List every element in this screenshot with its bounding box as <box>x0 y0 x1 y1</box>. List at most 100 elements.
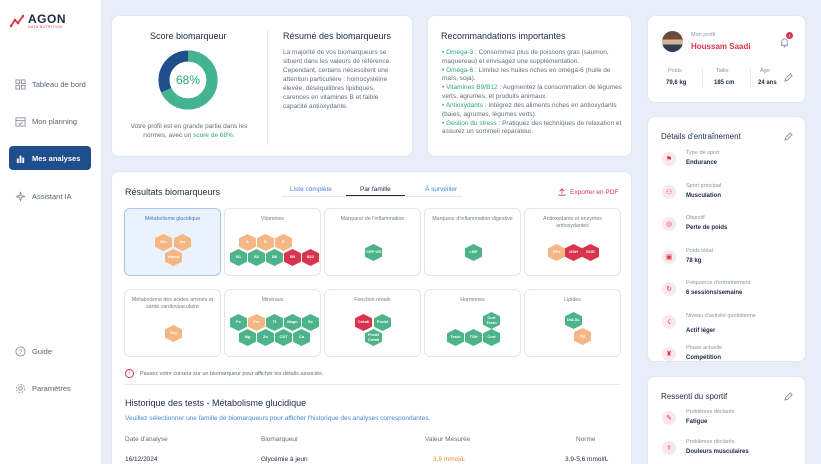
tab-par-famille[interactable]: Par famille <box>346 186 405 196</box>
biomarker-hex[interactable]: Glu <box>155 234 172 251</box>
biomarker-hex[interactable]: Créati <box>355 314 372 331</box>
biomarker-hex[interactable]: Testo <box>447 329 464 346</box>
biomarker-hex[interactable]: E <box>275 234 292 251</box>
summary-title: Résumé des biomarqueurs <box>283 31 392 41</box>
divider <box>125 384 620 385</box>
edit-icon[interactable] <box>784 392 793 401</box>
results-title: Résultats biomarqueurs <box>125 187 221 197</box>
row-date: 16/12/2024 <box>125 456 158 463</box>
biomarker-hex[interactable]: Mg <box>239 329 256 346</box>
biomarker-hex[interactable]: Protéi Créati <box>365 329 382 346</box>
biomarker-hex[interactable]: Fer <box>248 314 265 331</box>
family-card[interactable]: Antioxydants et enzymes antioxydantes GPx… <box>524 208 621 276</box>
training-item: ◎ Objectif Perte de poids <box>662 215 792 241</box>
family-card[interactable]: Fonction rénale Créati Protéi Protéi Créati <box>324 289 421 357</box>
biomarker-hex[interactable]: B1 <box>230 249 247 266</box>
biomarker-hex[interactable]: SOD <box>582 244 599 261</box>
training-value: Compétition <box>686 355 721 361</box>
edit-icon[interactable] <box>784 73 793 82</box>
divider <box>267 30 268 145</box>
biomarker-hex[interactable]: B12 <box>302 249 319 266</box>
training-label: Type de sport <box>686 150 720 156</box>
feeling-item: ✎ Problèmes déclarés Fatigue <box>662 409 792 435</box>
family-label: Marqueur d'inflammation digestive <box>432 216 513 222</box>
family-card[interactable]: Marqueur de l'inflammation CRP US <box>324 208 421 276</box>
family-card[interactable]: Métabolisme glucidique Glu Ins Homa <box>124 208 221 276</box>
history-title: Historique des tests - Métabolisme gluci… <box>125 398 307 408</box>
logo-icon <box>10 14 24 28</box>
family-label: Hormones <box>460 297 485 303</box>
biomarker-hex[interactable]: Cort Testo <box>483 312 500 329</box>
training-icon: ☇ <box>662 314 676 329</box>
export-button[interactable]: Exporter en PDF <box>558 188 618 196</box>
training-value: Actif léger <box>686 327 716 334</box>
family-label: Métabolisme des acides aminés et santé c… <box>131 297 214 310</box>
biomarker-hex[interactable]: Fe <box>230 314 247 331</box>
nav-assistant[interactable]: Assistant IA <box>9 184 91 208</box>
tab-liste-complete[interactable]: Liste complète <box>290 186 332 193</box>
training-item: ⚑ Type de sport Endurance <box>662 150 792 176</box>
training-label: Phase actuelle <box>686 345 723 351</box>
biomarker-hex[interactable]: Ag <box>574 328 591 345</box>
family-card[interactable]: Métabolisme des acides aminés et santé c… <box>124 289 221 357</box>
biomarker-hex[interactable]: GPx <box>548 244 565 261</box>
biomarker-hex[interactable]: Cort <box>483 329 500 346</box>
biomarker-hex[interactable]: Tf <box>266 314 283 331</box>
nav-analyses[interactable]: Mes analyses <box>9 146 91 170</box>
biomarker-hex[interactable]: TSH <box>465 329 482 346</box>
biomarker-hex[interactable]: Magn <box>284 314 301 331</box>
biomarker-hex[interactable]: B6 <box>266 249 283 266</box>
nav-settings[interactable]: Paramètres <box>9 376 91 400</box>
col-biomarker: Biomarqueur <box>261 436 299 443</box>
training-value: Endurance <box>686 160 718 166</box>
biomarker-hex[interactable]: B2 <box>248 249 265 266</box>
biomarker-hex[interactable]: CRP US <box>365 244 382 261</box>
training-icon: ▣ <box>662 249 676 264</box>
tab-a-surveiller[interactable]: À surveiller <box>425 186 457 193</box>
biomarker-hex[interactable]: Ins <box>174 234 191 251</box>
brand-name: AGON <box>28 12 66 26</box>
nav-dashboard[interactable]: Tableau de bord <box>9 72 91 96</box>
score-card: Score biomarqueur 68% Votre profil est e… <box>111 15 413 157</box>
biomarker-hex[interactable]: Cu <box>293 329 310 346</box>
biomarker-hex[interactable]: LBP <box>465 244 482 261</box>
tabs-underline <box>282 196 462 197</box>
nav-guide[interactable]: ? Guide <box>9 339 91 363</box>
family-card[interactable]: Minéraux Fe Fer Tf Magn Se Mg Zn CST Cu <box>224 289 321 357</box>
biomarker-hex[interactable]: Homa <box>165 249 182 266</box>
sidebar: AGON DATA NUTRITION Tableau de bord Mon … <box>0 0 102 464</box>
brand-logo[interactable]: AGON DATA NUTRITION <box>8 12 98 32</box>
biomarker-hex[interactable]: A <box>239 234 256 251</box>
biomarker-hex[interactable]: Se <box>302 314 319 331</box>
family-card[interactable]: Lipides DsLDL Ag <box>524 289 621 357</box>
brand-sub: DATA NUTRITION <box>28 25 63 29</box>
biomarker-hex[interactable]: Protéi <box>374 314 391 331</box>
family-card[interactable]: Vitamines A D E B1 B2 B6 B9 B12 <box>224 208 321 276</box>
hint: i Passez votre curseur sur un biomarqueu… <box>125 369 323 378</box>
profile-name[interactable]: Houssam Saadi <box>691 42 751 51</box>
nav-label: Paramètres <box>32 383 71 393</box>
nav-label: Guide <box>32 346 53 356</box>
feeling-label: Problèmes déclarés <box>686 409 735 415</box>
col-norme: Norme <box>576 436 596 443</box>
biomarker-hex[interactable]: B9 <box>284 249 301 266</box>
profile-label: Mon profil <box>691 32 716 38</box>
biomarker-hex[interactable]: CST <box>275 329 292 346</box>
biomarker-hex[interactable]: GSH <box>565 244 582 261</box>
stat-label: Taille <box>716 68 729 74</box>
training-item: ▣ Poids idéal 78 kg <box>662 248 792 274</box>
nav-label: Mes analyses <box>32 153 81 163</box>
biomarker-hex[interactable]: DsLDL <box>565 312 582 329</box>
edit-icon[interactable] <box>784 132 793 141</box>
biomarker-hex[interactable]: Zn <box>257 329 274 346</box>
biomarker-hex[interactable]: Hcy <box>165 325 182 342</box>
training-icon: ♜ <box>662 347 676 361</box>
avatar[interactable] <box>662 31 683 52</box>
family-card[interactable]: Marqueur d'inflammation digestive LBP <box>424 208 521 276</box>
family-card[interactable]: Hormones Cort Testo Testo TSH Cort <box>424 289 521 357</box>
biomarker-hex[interactable]: D <box>257 234 274 251</box>
feeling-value: Douleurs musculaires <box>686 449 749 455</box>
bell-icon[interactable]: 1 <box>779 32 793 48</box>
nav-planning[interactable]: Mon planning <box>9 109 91 133</box>
nav-label: Mon planning <box>32 116 78 126</box>
